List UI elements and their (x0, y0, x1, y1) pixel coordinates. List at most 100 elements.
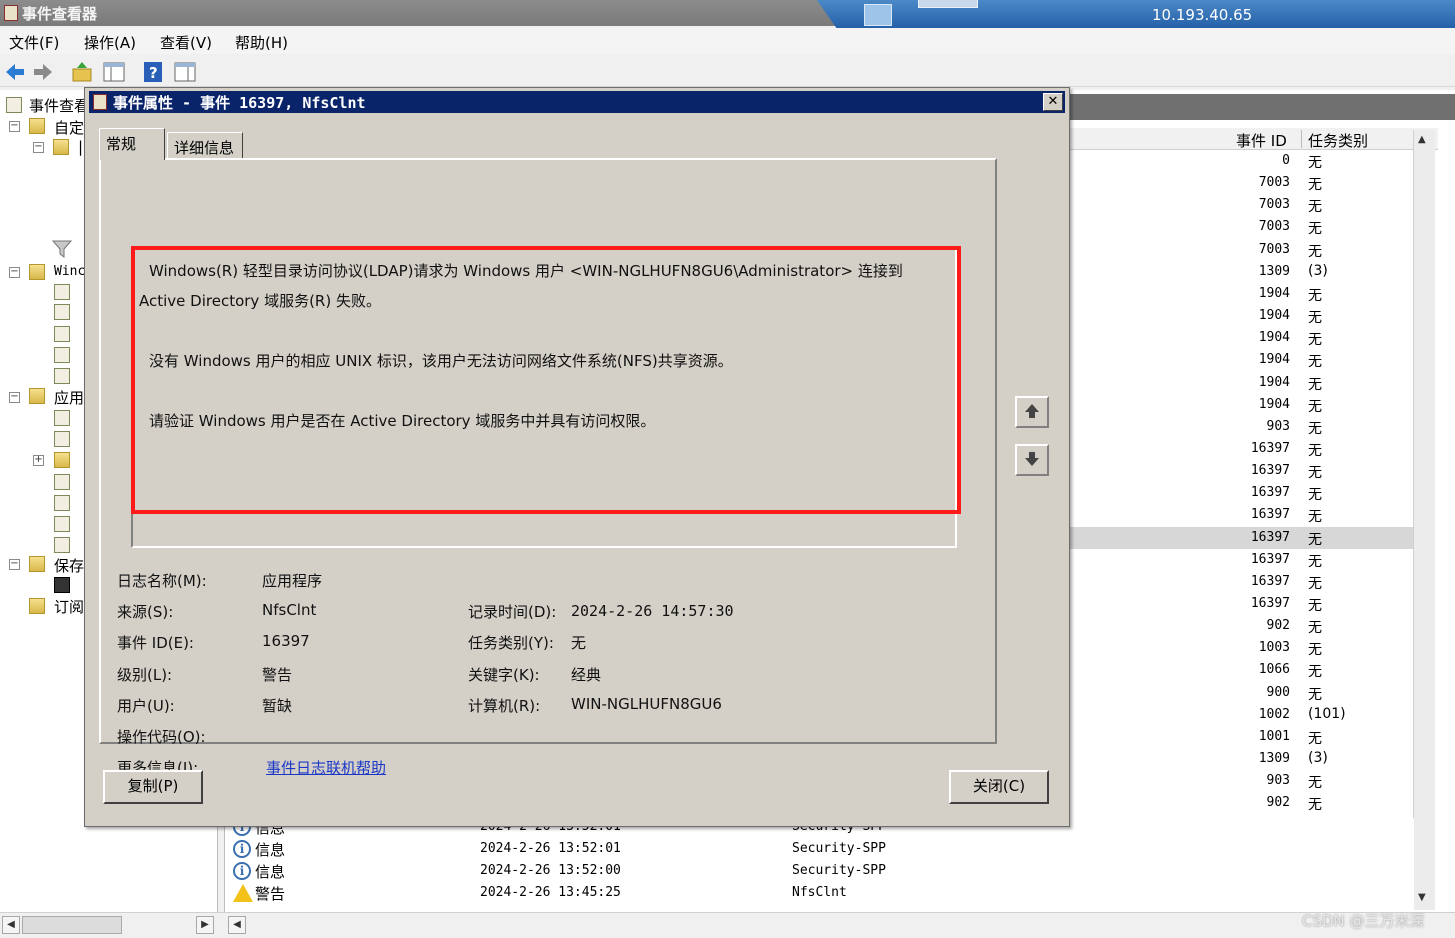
tree-item-saved-logs[interactable]: 保存 (54, 555, 84, 576)
close-button[interactable]: 关闭(C) (949, 770, 1049, 804)
copy-button[interactable]: 复制(P) (103, 770, 203, 804)
expand-toggle-icon[interactable]: + (33, 455, 44, 466)
keywords-value: 经典 (571, 666, 602, 684)
table-row[interactable]: 1003 无 (1068, 637, 1418, 659)
forward-arrow-icon[interactable] (31, 60, 55, 84)
logged-value: 2024-2-26 14:57:30 (571, 602, 734, 620)
scroll-right-icon[interactable]: ▶ (196, 916, 214, 934)
table-row[interactable]: 0无 (1068, 150, 1418, 172)
tab-details[interactable]: 详细信息 (167, 132, 243, 160)
source-cell: Security-SPP (792, 841, 886, 856)
tree-item-subscriptions[interactable]: 订阅 (54, 596, 84, 617)
scroll-up-icon[interactable]: ▲ (1418, 134, 1426, 145)
menu-action[interactable]: 操作(A) (84, 32, 136, 53)
collapse-toggle-icon[interactable]: − (9, 392, 20, 403)
table-row[interactable]: 16397 无 (1068, 593, 1418, 615)
table-row[interactable]: 16397 无 (1068, 549, 1418, 571)
table-row[interactable]: 16397 无 (1068, 571, 1418, 593)
show-action-pane-icon[interactable] (173, 60, 197, 84)
table-row[interactable]: i信息 2024-2-26 13:52:01 Security-SPP (225, 838, 1415, 860)
table-row[interactable]: 1904 无 (1068, 372, 1418, 394)
column-header-event-id[interactable]: 事件 ID (1236, 130, 1287, 151)
table-row[interactable]: 16397 无 (1068, 482, 1418, 504)
show-hide-tree-icon[interactable] (102, 60, 126, 84)
scroll-down-icon[interactable]: ▼ (1418, 892, 1426, 903)
tab-general[interactable]: 常规 (99, 128, 165, 160)
level-cell: 信息 (255, 841, 286, 859)
table-row[interactable]: i 信息 2024-2-26 13:52:00 Security-SPP (225, 860, 1415, 882)
log-icon (54, 284, 70, 300)
table-row[interactable]: 16397 无 (1068, 504, 1418, 526)
remote-bar-handle[interactable] (918, 0, 978, 8)
event-list-header-bar (1068, 94, 1455, 120)
collapse-toggle-icon[interactable]: − (9, 121, 20, 132)
table-row[interactable]: 900 无 (1068, 682, 1418, 704)
column-header-task-category[interactable]: 任务类别 (1308, 130, 1368, 151)
pin-icon[interactable] (864, 4, 892, 26)
tree-item-root[interactable]: 事件查看 (29, 95, 89, 116)
table-row[interactable]: 1309 (3) (1068, 261, 1418, 283)
up-folder-icon[interactable] (70, 60, 94, 84)
previous-event-button[interactable] (1015, 396, 1049, 428)
table-row[interactable]: 7003 无 (1068, 239, 1418, 261)
event-list-panel: 事件 ID 任务类别 0 无 7003 无 7003 无 7003 无 7003 无 1309 (3)… (1068, 90, 1455, 912)
table-row[interactable]: 7003 无 (1068, 216, 1418, 238)
table-row[interactable]: 902 无 (1068, 792, 1418, 814)
table-row[interactable]: 1066 无 (1068, 659, 1418, 681)
menu-view[interactable]: 查看(V) (160, 32, 212, 53)
column-header-row: 事件 ID 任务类别 (1068, 128, 1438, 150)
column-divider[interactable] (1301, 130, 1302, 148)
log-icon (54, 495, 70, 511)
menu-help[interactable]: 帮助(H) (235, 32, 288, 53)
collapse-toggle-icon[interactable]: − (33, 142, 44, 153)
arrow-up-icon (1025, 404, 1039, 418)
collapse-toggle-icon[interactable]: − (9, 559, 20, 570)
log-icon (54, 537, 70, 553)
tree-item-applications[interactable]: 应用 (54, 387, 84, 408)
menu-file[interactable]: 文件(F) (9, 32, 59, 53)
table-row[interactable]: 1309 (3) (1068, 748, 1418, 770)
event-id-cell: 16397 (1250, 485, 1290, 501)
source-value: NfsClnt (262, 601, 317, 619)
table-row[interactable]: 1904 无 (1068, 327, 1418, 349)
help-icon[interactable]: ? (141, 60, 165, 84)
table-row[interactable]: 警告 2024-2-26 13:45:25 NfsClnt (225, 882, 1415, 904)
table-row[interactable]: 903 无 (1068, 416, 1418, 438)
log-icon (54, 304, 70, 320)
table-row[interactable]: 1904 无 (1068, 349, 1418, 371)
table-row[interactable]: 903 无 (1068, 770, 1418, 792)
horizontal-scrollbar[interactable]: ◀ ▶ ◀ (0, 912, 1455, 938)
scroll-left-icon[interactable]: ◀ (228, 916, 246, 934)
event-id-cell: 7003 (1258, 175, 1290, 191)
table-row[interactable]: 1904 无 (1068, 305, 1418, 327)
log-icon (54, 326, 70, 342)
collapse-toggle-icon[interactable]: − (9, 267, 20, 278)
task-category-cell: 无 (1308, 287, 1322, 304)
dialog-title-bar[interactable]: 事件属性 - 事件 16397, NfsClnt ✕ (89, 91, 1065, 113)
event-id-cell: 903 (1266, 418, 1290, 434)
tree-item-custom-views[interactable]: 自定 (54, 117, 84, 138)
task-category-cell: 无 (1308, 730, 1322, 747)
table-row[interactable]: 1904 无 (1068, 394, 1418, 416)
table-row[interactable]: 1001 无 (1068, 726, 1418, 748)
table-row[interactable]: 16397 无 (1068, 460, 1418, 482)
scroll-left-icon[interactable]: ◀ (2, 916, 20, 934)
dialog-close-button[interactable]: ✕ (1043, 93, 1063, 111)
vertical-scrollbar[interactable]: ▲ ▼ (1413, 130, 1435, 910)
next-event-button[interactable] (1015, 444, 1049, 476)
tree-item-custom-child[interactable]: | (78, 138, 83, 156)
back-arrow-icon[interactable] (3, 60, 27, 84)
task-category-cell: 无 (1308, 199, 1322, 216)
tree-item-windows-logs[interactable]: Winc (54, 264, 85, 279)
table-row[interactable]: 1904 无 (1068, 283, 1418, 305)
online-help-link[interactable]: 事件日志联机帮助 (266, 757, 386, 778)
table-row[interactable]: 7003 无 (1068, 172, 1418, 194)
table-row[interactable]: 1002 (101) (1068, 704, 1418, 726)
table-row[interactable]: 16397 无 (1068, 438, 1418, 460)
table-row[interactable]: 7003 无 (1068, 194, 1418, 216)
folder-icon (54, 452, 70, 468)
scroll-thumb[interactable] (22, 916, 122, 934)
table-row[interactable]: 16397 无 (1068, 526, 1418, 549)
table-row[interactable]: 902 无 (1068, 615, 1418, 637)
user-value: 暂缺 (262, 697, 293, 715)
